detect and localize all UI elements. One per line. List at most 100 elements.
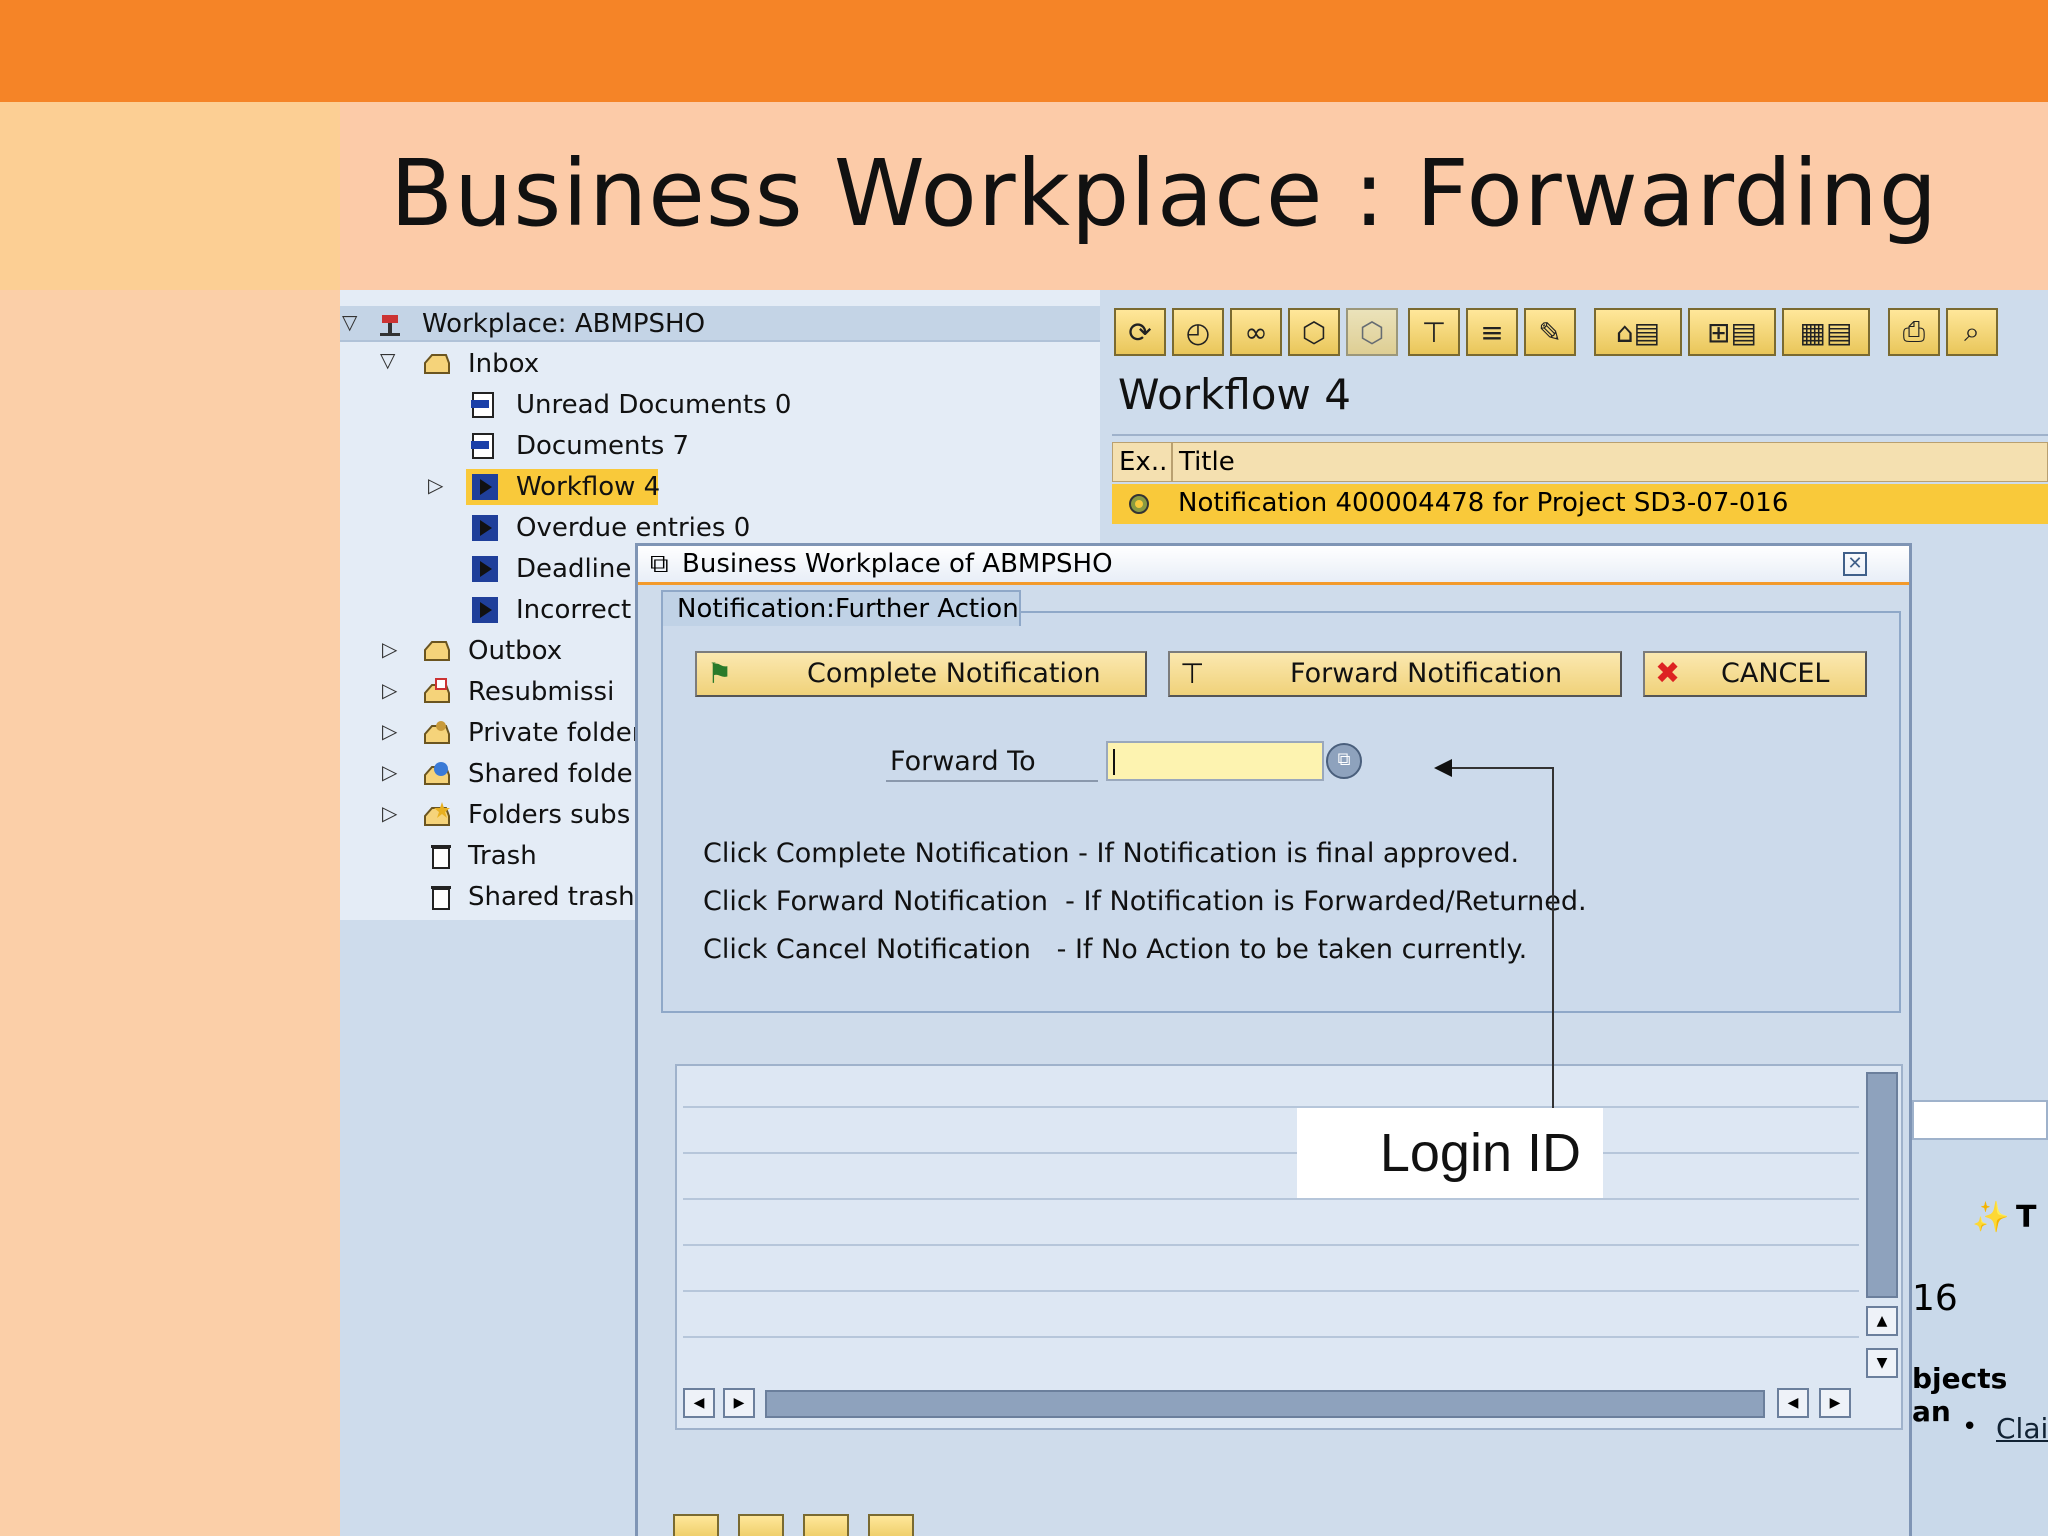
workflow-icon: [472, 556, 498, 582]
layout-button[interactable]: ▦▤: [1782, 308, 1870, 356]
table-row-line: [683, 1106, 1859, 1108]
text-table[interactable]: ▲ ▼ ◀ ▶ ◀ ▶: [675, 1064, 1903, 1430]
arrow-left-icon: ◀: [1787, 1395, 1799, 1411]
collapse-icon[interactable]: ▽: [380, 342, 395, 378]
row-title: Notification 400004478 for Project SD3-0…: [1178, 488, 1789, 518]
cancel-x-icon: ✖: [1655, 656, 1681, 691]
scroll-down-button[interactable]: ▼: [1866, 1348, 1898, 1378]
add-button[interactable]: ⊞▤: [1688, 308, 1776, 356]
window-icon: ⧉: [650, 549, 669, 579]
refresh-icon: ⟳: [1128, 315, 1152, 349]
forward-icon: ⊤: [1421, 315, 1447, 349]
scroll-right-button[interactable]: ▶: [1819, 1388, 1851, 1418]
filter-button[interactable]: ⌂▤: [1594, 308, 1682, 356]
arrow-right-icon: ▶: [733, 1395, 745, 1411]
object-button[interactable]: ⬡: [1288, 308, 1340, 356]
forward-toolbar-button[interactable]: ⊤: [1408, 308, 1460, 356]
expand-icon[interactable]: ▷: [382, 713, 397, 749]
dialog-title: Business Workplace of ABMPSHO: [682, 549, 1113, 579]
expand-icon[interactable]: ▷: [382, 672, 397, 708]
workflow-title: Workflow 4: [1118, 370, 1351, 419]
workplace-icon: [380, 315, 400, 336]
header-bar: [0, 0, 2048, 102]
printer-icon: ⎙: [1902, 315, 1926, 348]
trash-icon: [431, 886, 451, 910]
search-button[interactable]: ⌕: [1946, 308, 1998, 356]
arrow-down-icon: ▼: [1876, 1355, 1888, 1371]
table-row[interactable]: Notification 400004478 for Project SD3-0…: [1112, 484, 2048, 524]
execute-button[interactable]: ◴: [1172, 308, 1224, 356]
scroll-right-button[interactable]: ▶: [723, 1388, 755, 1418]
flag-icon: ⚑: [707, 657, 733, 690]
matchcode-button[interactable]: ⧉: [1326, 743, 1362, 779]
preview-panel: ✨ T 16 bjects an • Clai: [1912, 1100, 2048, 1536]
table-row-line: [683, 1198, 1859, 1200]
workflow-icon: [472, 515, 498, 541]
forward-notification-button[interactable]: ⊤ Forward Notification: [1168, 651, 1622, 697]
hint-forward: Click Forward Notification - If Notifica…: [703, 886, 1587, 917]
execute-icon: ◴: [1185, 315, 1211, 349]
col-ex[interactable]: Ex..: [1119, 447, 1167, 477]
scroll-up-button[interactable]: ▲: [1866, 1306, 1898, 1336]
login-id-callout: Login ID: [1297, 1108, 1603, 1198]
arrow-right-icon: ▶: [1829, 1395, 1841, 1411]
table-row-line: [683, 1290, 1859, 1292]
stack-icon: ≡: [1480, 315, 1504, 349]
forward-label: Forward Notification: [1290, 658, 1563, 689]
editor-button[interactable]: [803, 1514, 849, 1536]
forward-to-input[interactable]: [1106, 741, 1324, 781]
expand-icon[interactable]: ▷: [428, 467, 443, 503]
collapse-icon[interactable]: ▽: [342, 304, 357, 340]
divider: [1112, 434, 2048, 436]
text-cursor: [1113, 749, 1115, 775]
forward-icon: ⊤: [1180, 657, 1205, 690]
document-icon: [471, 433, 494, 459]
scroll-left-button[interactable]: ◀: [683, 1388, 715, 1418]
preview-header: [1912, 1100, 2048, 1140]
stack-button[interactable]: ≡: [1466, 308, 1518, 356]
slide-title: Business Workplace : Forwarding: [390, 140, 1939, 247]
expand-icon[interactable]: ▷: [382, 795, 397, 831]
close-icon: ✕: [1847, 553, 1863, 574]
arrow-left-icon: ◀: [693, 1395, 705, 1411]
editor-button[interactable]: [868, 1514, 914, 1536]
search-icon: ⌕: [1964, 315, 1980, 348]
notes-icon: ✎: [1538, 315, 1562, 349]
editor-button[interactable]: [738, 1514, 784, 1536]
preview-title-partial: T: [2016, 1200, 2037, 1235]
forward-to-label: Forward To: [890, 746, 1036, 777]
horizontal-scrollbar-thumb[interactable]: [765, 1390, 1765, 1418]
complete-notification-button[interactable]: ⚑ Complete Notification: [695, 651, 1147, 697]
refresh-button[interactable]: ⟳: [1114, 308, 1166, 356]
close-button[interactable]: ✕: [1843, 552, 1867, 576]
print-button[interactable]: ⎙: [1888, 308, 1940, 356]
business-workplace-dialog: ⧉ Business Workplace of ABMPSHO ✕ Notifi…: [635, 543, 1912, 1536]
scroll-left-button[interactable]: ◀: [1777, 1388, 1809, 1418]
preview-number-partial: 16: [1912, 1278, 1958, 1319]
preview-link[interactable]: Clai: [1996, 1412, 2048, 1445]
gear-icon: [1129, 494, 1149, 514]
grid-header: Ex.. Title: [1112, 442, 2048, 482]
vertical-scrollbar-thumb[interactable]: [1866, 1072, 1898, 1298]
table-row-line: [683, 1152, 1859, 1154]
document-icon: [471, 392, 494, 418]
outbox-icon: [424, 641, 450, 661]
cancel-label: CANCEL: [1721, 658, 1830, 689]
box-icon: ⬡: [1359, 315, 1385, 349]
col-title[interactable]: Title: [1179, 447, 1235, 477]
hint-cancel: Click Cancel Notification - If No Action…: [703, 934, 1528, 965]
notes-button[interactable]: ✎: [1524, 308, 1576, 356]
glasses-icon: ∞: [1244, 315, 1268, 349]
label-underline: [886, 780, 1098, 782]
display-button[interactable]: ∞: [1230, 308, 1282, 356]
trash-icon: [431, 845, 451, 869]
cancel-button[interactable]: ✖ CANCEL: [1643, 651, 1867, 697]
expand-icon[interactable]: ▷: [382, 631, 397, 667]
expand-icon[interactable]: ▷: [382, 754, 397, 790]
editor-button[interactable]: [673, 1514, 719, 1536]
object-disabled-button[interactable]: ⬡: [1346, 308, 1398, 356]
col-divider: [1171, 443, 1173, 481]
workflow-toolbar: ⟳ ◴ ∞ ⬡ ⬡ ⊤ ≡ ✎ ⌂▤ ⊞▤ ▦▤ ⎙ ⌕: [1110, 308, 2048, 364]
left-accent-block: [0, 102, 340, 290]
matchcode-icon: ⧉: [1337, 749, 1351, 770]
